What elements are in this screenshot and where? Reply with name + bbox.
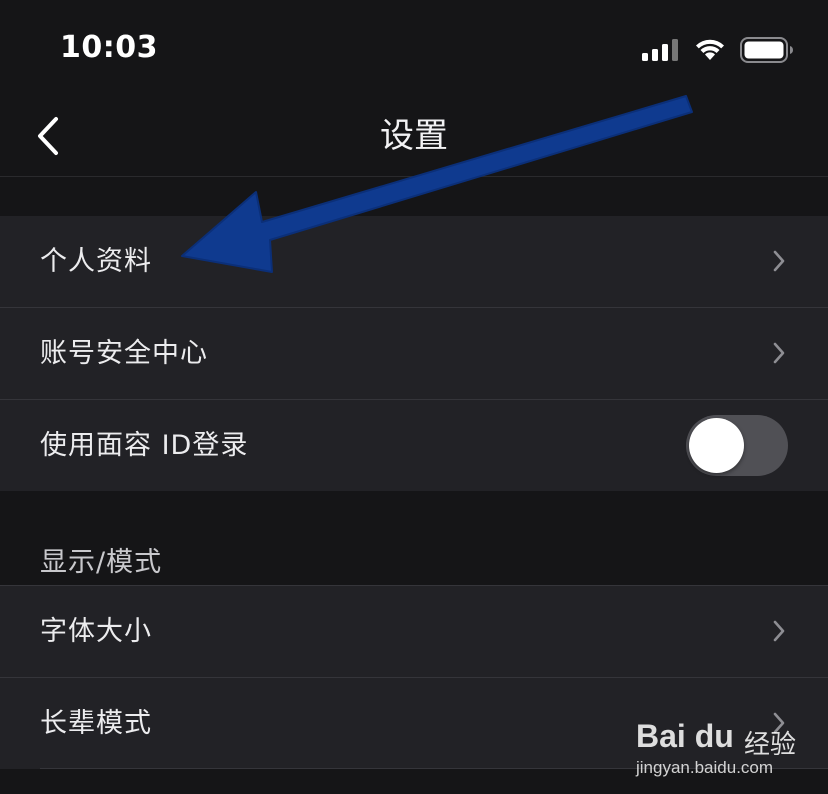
settings-row-label: 个人资料	[40, 246, 152, 277]
signal-icon	[642, 39, 678, 61]
wifi-icon	[696, 39, 724, 60]
chevron-right-icon	[773, 250, 785, 272]
status-bar: 10:03	[0, 0, 828, 100]
toggle-knob	[689, 418, 744, 473]
status-icons	[642, 36, 794, 64]
chevron-right-icon	[773, 620, 785, 642]
settings-group-account: 个人资料 账号安全中心 使用面容 ID登录	[0, 216, 828, 491]
navigation-bar: 设置	[0, 96, 828, 177]
section-header-display-mode: 显示/模式	[40, 547, 163, 578]
face-id-toggle[interactable]	[686, 415, 788, 476]
settings-row-label: 长辈模式	[40, 708, 152, 739]
settings-row-face-id: 使用面容 ID登录	[0, 400, 828, 491]
settings-row-profile[interactable]: 个人资料	[0, 216, 828, 308]
settings-row-label: 字体大小	[40, 616, 152, 647]
settings-row-font-size[interactable]: 字体大小	[0, 586, 828, 678]
settings-row-label: 账号安全中心	[40, 338, 208, 369]
watermark-logo: Bai du	[636, 718, 734, 754]
settings-row-account-security[interactable]: 账号安全中心	[0, 308, 828, 400]
watermark-url: jingyan.baidu.com	[636, 758, 774, 777]
chevron-right-icon	[773, 342, 785, 364]
settings-row-label: 使用面容 ID登录	[40, 430, 249, 461]
status-time: 10:03	[60, 30, 158, 65]
baidu-jingyan-watermark: Bai du 经验 jingyan.baidu.com	[636, 706, 796, 786]
page-title: 设置	[380, 116, 448, 156]
watermark-brand: 经验	[744, 730, 797, 760]
battery-icon	[740, 37, 793, 63]
